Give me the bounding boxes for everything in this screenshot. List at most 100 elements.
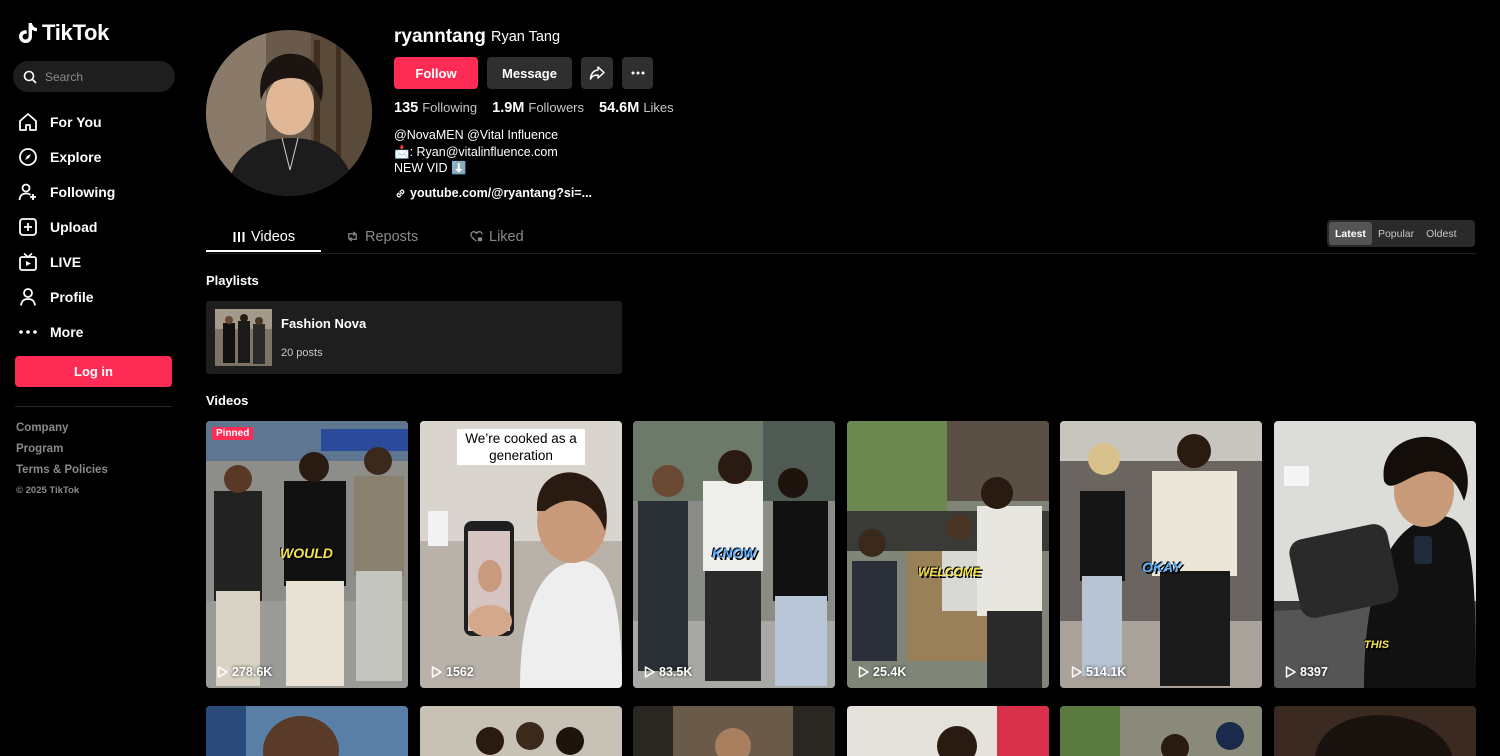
profile-icon <box>20 287 36 306</box>
profile-stats: 135 Following 1.9M Followers 54.6M Likes <box>394 99 674 117</box>
play-icon <box>431 666 442 678</box>
sort-oldest[interactable]: Oldest <box>1420 222 1462 245</box>
nav-label: Profile <box>50 288 94 305</box>
tiktok-logo-icon <box>19 23 37 44</box>
video-card[interactable] <box>206 706 408 756</box>
nav-item-explore[interactable]: Explore <box>18 139 115 174</box>
video-card[interactable]: We’re cooked as a generation 1562 <box>420 421 622 688</box>
sort-latest[interactable]: Latest <box>1329 222 1372 245</box>
tab-liked[interactable]: Liked <box>470 220 524 253</box>
tiktok-logo[interactable]: TikTok <box>18 20 109 46</box>
video-thumbnail <box>420 706 622 756</box>
video-caption: WELCOME <box>918 565 981 579</box>
upload-icon <box>19 217 37 236</box>
nav-item-profile[interactable]: Profile <box>18 279 115 314</box>
video-caption: WOULD <box>280 545 333 561</box>
video-card[interactable] <box>633 706 835 756</box>
profile-link-text: youtube.com/@ryantang?si=... <box>410 186 593 200</box>
nav-label: For You <box>50 113 102 130</box>
profile-bio: @NovaMEN @Vital Influence 📩: Ryan@vitali… <box>394 127 558 177</box>
profile-link[interactable]: youtube.com/@ryantang?si=... <box>395 186 592 200</box>
home-icon <box>19 112 37 131</box>
video-card[interactable] <box>847 706 1049 756</box>
footer-link-program[interactable]: Program <box>16 442 108 463</box>
tab-label: Liked <box>489 228 524 245</box>
share-button[interactable] <box>581 57 613 89</box>
avatar[interactable] <box>206 30 372 196</box>
playlist-card[interactable]: Fashion Nova 20 posts <box>206 301 622 374</box>
sidebar-footer: Company Program Terms & Policies © 2025 … <box>16 421 108 505</box>
profile-tabs: Videos Reposts Liked <box>206 220 1476 254</box>
view-count: 278.6K <box>217 665 272 679</box>
stat-following[interactable]: 135 Following <box>394 99 477 117</box>
playlists-heading: Playlists <box>206 273 259 288</box>
video-card[interactable]: WELCOME 25.4K <box>847 421 1049 688</box>
following-count: 135 <box>394 100 419 116</box>
nav-item-following[interactable]: Following <box>18 174 115 209</box>
live-icon <box>19 252 37 271</box>
login-button[interactable]: Log in <box>15 356 172 387</box>
stat-followers[interactable]: 1.9M Followers <box>492 99 584 117</box>
video-card[interactable]: THIS 8397 <box>1274 421 1476 688</box>
video-card[interactable]: Pinned WOULD 278.6K <box>206 421 408 688</box>
message-button[interactable]: Message <box>487 57 572 89</box>
nav-label: LIVE <box>50 253 82 270</box>
video-thumbnail <box>633 706 835 756</box>
video-card[interactable] <box>420 706 622 756</box>
tab-videos[interactable]: Videos <box>233 220 295 253</box>
more-options-button[interactable] <box>622 57 653 89</box>
view-count-text: 278.6K <box>232 665 273 679</box>
follow-button[interactable]: Follow <box>394 57 478 89</box>
video-thumbnail <box>206 706 408 756</box>
footer-link-company[interactable]: Company <box>16 421 108 442</box>
play-icon <box>1071 666 1082 678</box>
nav-item-more[interactable]: More <box>18 314 115 349</box>
video-thumbnail <box>1060 421 1262 688</box>
nav-label: More <box>50 323 84 340</box>
likes-label: Likes <box>643 100 674 115</box>
nav-item-live[interactable]: LIVE <box>18 244 115 279</box>
following-icon <box>18 183 36 200</box>
nav-item-for-you[interactable]: For You <box>18 104 115 139</box>
grid-icon <box>233 231 245 242</box>
followers-label: Followers <box>528 100 584 115</box>
play-icon <box>1285 666 1296 678</box>
playlist-post-count: 20 posts <box>281 347 323 359</box>
video-card[interactable]: OKAY 514.1K <box>1060 421 1262 688</box>
search-input[interactable] <box>45 69 165 84</box>
nav-label: Following <box>50 183 116 200</box>
video-caption: KNOW <box>712 545 757 561</box>
nav-item-upload[interactable]: Upload <box>18 209 115 244</box>
tab-label: Reposts <box>365 228 419 245</box>
view-count-text: 25.4K <box>873 665 907 679</box>
pinned-badge: Pinned <box>212 427 254 440</box>
repost-icon <box>348 231 357 242</box>
copyright: © 2025 TikTok <box>16 485 80 496</box>
video-caption: OKAY <box>1142 559 1182 575</box>
video-thumbnail <box>1274 706 1476 756</box>
nav-label: Upload <box>50 218 98 235</box>
active-tab-indicator <box>206 250 321 252</box>
tab-reposts[interactable]: Reposts <box>346 220 418 253</box>
view-count: 25.4K <box>858 665 906 679</box>
search-bar[interactable] <box>13 61 175 92</box>
video-card[interactable] <box>1274 706 1476 756</box>
search-icon <box>23 70 37 84</box>
more-icon <box>19 329 37 334</box>
footer-link-terms[interactable]: Terms & Policies <box>16 463 108 484</box>
profile-username: ryanntang <box>394 26 486 47</box>
view-count: 514.1K <box>1071 665 1126 679</box>
video-caption: We’re cooked as a generation <box>457 429 585 465</box>
video-thumbnail <box>847 421 1049 688</box>
bio-line: @NovaMEN @Vital Influence <box>394 128 559 142</box>
video-card[interactable] <box>1060 706 1262 756</box>
avatar-image <box>206 30 372 196</box>
sidebar: TikTok For You Explore Following <box>0 0 188 756</box>
view-count: 83.5K <box>644 665 692 679</box>
sort-popular[interactable]: Popular <box>1372 222 1420 245</box>
stat-likes: 54.6M Likes <box>599 99 674 117</box>
bio-line: 📩: Ryan@vitalinfluence.com <box>394 144 558 159</box>
video-card[interactable]: KNOW 83.5K <box>633 421 835 688</box>
video-thumbnail <box>847 706 1049 756</box>
playlist-thumbnail <box>215 309 272 366</box>
